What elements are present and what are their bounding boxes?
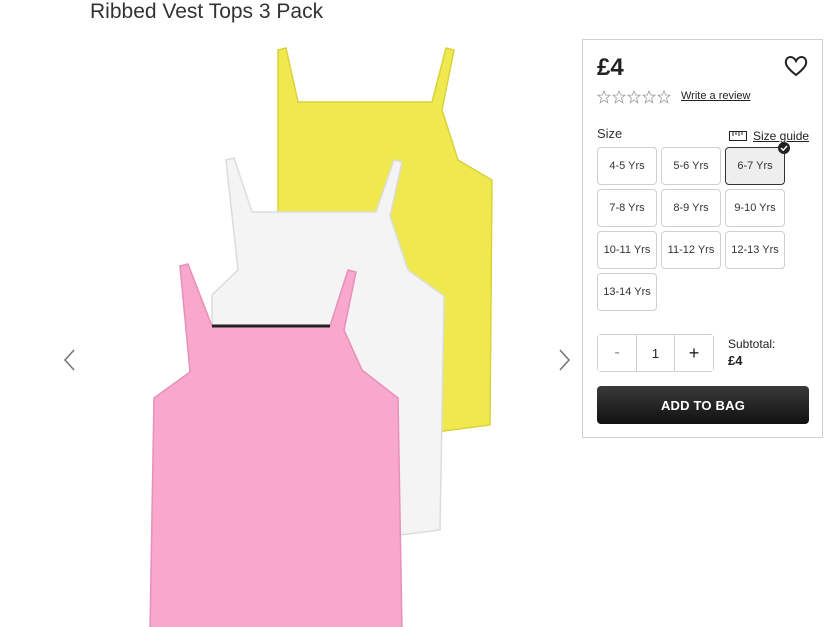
product-image [149,47,493,627]
star-icon [597,90,611,104]
star-icon [657,90,671,104]
star-icon [627,90,641,104]
check-icon [778,142,790,154]
product-title: Ribbed Vest Tops 3 Pack [90,0,324,23]
quantity-decrease-button[interactable]: - [598,335,636,371]
rating-stars [597,90,671,104]
chevron-left-icon[interactable] [58,345,82,375]
subtotal-label: Subtotal: [728,337,776,351]
chevron-right-icon[interactable] [552,345,576,375]
quantity-increase-button[interactable]: + [675,335,713,371]
price: £4 [597,54,624,81]
size-option[interactable]: 5-6 Yrs [661,147,721,185]
star-icon [612,90,626,104]
product-gallery [50,30,590,627]
size-option[interactable]: 9-10 Yrs [725,189,785,227]
purchase-panel: £4 Write a review Size Size guide 4-5 Yr… [582,39,823,438]
size-guide-link[interactable]: Size guide [729,129,809,143]
size-option-label: 6-7 Yrs [737,160,773,172]
star-icon [642,90,656,104]
size-option-selected[interactable]: 6-7 Yrs [725,142,790,185]
size-option[interactable]: 10-11 Yrs [597,231,657,269]
subtotal-value: £4 [728,353,743,368]
size-option[interactable]: 13-14 Yrs [597,273,657,311]
write-review-link[interactable]: Write a review [681,90,750,102]
size-label: Size [597,126,623,141]
ruler-icon [729,131,747,141]
quantity-stepper: - + [597,334,714,372]
size-option[interactable]: 8-9 Yrs [661,189,721,227]
size-option[interactable]: 11-12 Yrs [661,231,721,269]
heart-icon[interactable] [783,54,809,78]
quantity-input[interactable] [636,335,675,371]
size-guide-label: Size guide [753,129,810,143]
size-option[interactable]: 12-13 Yrs [725,231,785,269]
size-option[interactable]: 7-8 Yrs [597,189,657,227]
size-options: 4-5 Yrs 5-6 Yrs 6-7 Yrs 7-8 Yrs 8-9 Yrs … [597,142,790,311]
add-to-bag-button[interactable]: ADD TO BAG [597,386,809,424]
size-option[interactable]: 4-5 Yrs [597,147,657,185]
